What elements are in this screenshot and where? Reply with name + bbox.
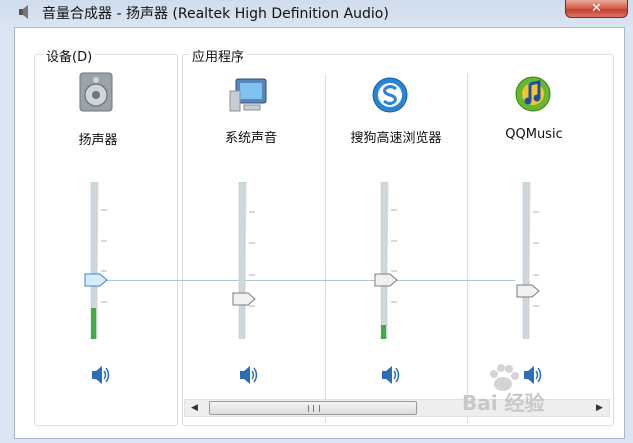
device-volume-slider[interactable] [89, 181, 107, 340]
app-name-sogou-browser: 搜狗高速浏览器 [350, 131, 442, 146]
device-name: 扬声器 [78, 133, 118, 148]
slider-track [522, 181, 539, 340]
peak-meter-fill [91, 308, 96, 339]
sogou-browser-volume-slider[interactable] [379, 181, 397, 340]
baidu-watermark: Bai 经验 [458, 357, 628, 417]
slider-track [238, 181, 255, 340]
close-button[interactable]: ✕ [565, 0, 628, 18]
scroll-left-arrow-icon[interactable]: ◀ [186, 400, 203, 416]
computer-monitor-icon [229, 78, 267, 112]
speaker-title-icon [19, 5, 28, 19]
device-volume-thumb[interactable] [84, 273, 108, 287]
system-sounds-volume-thumb[interactable] [232, 292, 256, 306]
sogou-browser-icon [372, 77, 408, 113]
column-divider [325, 74, 326, 423]
sogou-browser-volume-thumb[interactable] [374, 273, 398, 287]
qqmusic-volume-thumb[interactable] [516, 284, 540, 298]
window-title: 音量合成器 - 扬声器 (Realtek High Definition Aud… [42, 6, 389, 22]
watermark-text: Bai 经验 [462, 391, 545, 415]
qqmusic-icon [515, 76, 551, 112]
qqmusic-volume-slider[interactable] [521, 181, 539, 340]
app-name-qqmusic: QQMusic [505, 127, 563, 142]
slider-track [90, 181, 107, 340]
slider-track [380, 181, 397, 340]
mute-speaker-icon[interactable] [90, 365, 112, 385]
app-name-system-sounds: 系统声音 [224, 131, 277, 146]
mute-speaker-icon[interactable] [238, 365, 260, 385]
peak-meter-fill [381, 325, 386, 339]
volume-sync-line [100, 280, 515, 281]
close-icon: ✕ [591, 1, 602, 16]
apps-group-label: 应用程序 [189, 46, 248, 65]
grip-icon [308, 405, 320, 412]
device-group-label: 设备(D) [43, 46, 96, 65]
mute-speaker-icon[interactable] [380, 365, 402, 385]
speaker-device-icon [79, 72, 113, 112]
scrollbar-thumb[interactable] [209, 401, 417, 415]
system-sounds-volume-slider[interactable] [237, 181, 255, 340]
volume-mixer-window: 音量合成器 - 扬声器 (Realtek High Definition Aud… [0, 0, 633, 443]
title-bar[interactable]: 音量合成器 - 扬声器 (Realtek High Definition Aud… [0, 0, 633, 26]
